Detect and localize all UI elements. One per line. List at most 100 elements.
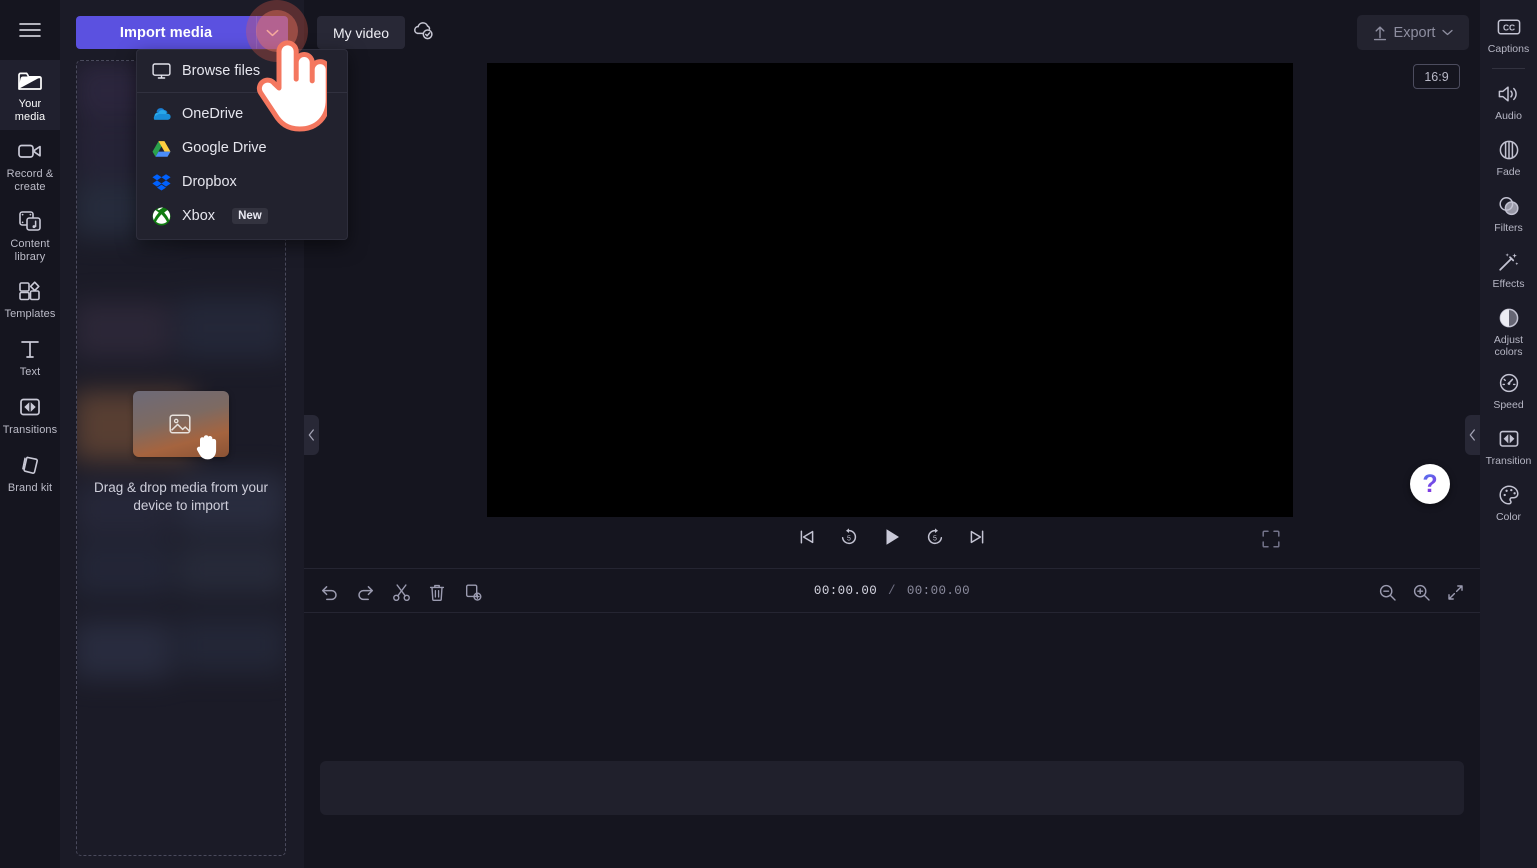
templates-icon [17,278,43,304]
empty-track-placeholder[interactable] [320,761,1464,815]
project-title[interactable]: My video [317,16,406,49]
menu-item-label: Google Drive [182,140,267,156]
collapse-media-panel-button[interactable] [304,415,319,455]
import-media-button[interactable]: Import media [76,16,256,49]
menu-divider [137,92,347,93]
import-media-dropdown-toggle[interactable] [256,16,288,49]
video-preview-canvas[interactable] [487,63,1293,517]
fade-icon [1498,138,1520,162]
sidebar-item-text[interactable]: Text [0,328,60,386]
menu-item-label: Dropbox [182,174,237,190]
panel-item-speed[interactable]: Speed [1480,364,1537,420]
panel-item-label: Captions [1487,43,1530,55]
duplicate-button[interactable] [460,579,486,605]
panel-item-label: Effects [1492,278,1525,290]
timeline-tracks[interactable] [304,613,1480,868]
panel-item-adjust-colors[interactable]: Adjust colors [1480,299,1537,364]
chevron-down-icon [1442,29,1454,36]
sidebar-item-templates[interactable]: Templates [0,270,60,328]
skip-to-end-button[interactable] [967,527,987,547]
speedometer-icon [1498,371,1520,395]
new-badge: New [232,208,268,224]
timeline-toolbar: 00:00.00 / 00:00.00 [304,568,1480,613]
menu-item-google-drive[interactable]: Google Drive [137,131,347,165]
panel-item-effects[interactable]: Effects [1480,243,1537,299]
redo-button[interactable] [352,579,378,605]
panel-item-label: Transition [1485,455,1532,467]
top-bar: My video Export [304,0,1480,64]
panel-item-audio[interactable]: Audio [1480,75,1537,131]
menu-item-browse-files[interactable]: Browse files [137,54,347,88]
aspect-ratio-button[interactable]: 16:9 [1413,64,1460,89]
sidebar-item-content-library[interactable]: Content library [0,200,60,270]
menu-item-onedrive[interactable]: OneDrive [137,97,347,131]
help-button[interactable]: ? [1410,464,1450,504]
fullscreen-button[interactable] [1262,530,1280,553]
chevron-down-icon [266,29,279,36]
panel-item-color[interactable]: Color [1480,476,1537,532]
panel-item-filters[interactable]: Filters [1480,187,1537,243]
skip-to-start-button[interactable] [797,527,817,547]
chevron-left-icon [1469,429,1475,441]
text-icon [18,336,42,362]
media-thumbnail-illustration [133,391,229,460]
export-label: Export [1393,24,1436,41]
zoom-in-button[interactable] [1408,579,1434,605]
forward-5s-button[interactable]: 5 [925,527,945,547]
fit-timeline-button[interactable] [1442,579,1468,605]
split-button[interactable] [388,579,414,605]
xbox-icon [151,206,171,226]
sidebar-item-label: Your media [14,98,46,123]
menu-item-label: Browse files [182,63,261,79]
grab-hand-icon [193,431,221,466]
menu-item-xbox[interactable]: Xbox New [137,199,347,233]
panel-item-fade[interactable]: Fade [1480,131,1537,187]
collapse-properties-panel-button[interactable] [1465,415,1480,455]
google-drive-icon [151,138,171,158]
closed-captions-icon: CC [1497,15,1521,39]
play-button[interactable] [881,526,903,548]
panel-item-label: Adjust colors [1493,334,1524,358]
content-library-icon [17,208,43,234]
sidebar-item-your-media[interactable]: Your media [0,60,60,130]
sidebar-divider [1492,68,1525,69]
onedrive-icon [151,104,171,124]
panel-item-label: Fade [1496,166,1521,178]
sidebar-item-transitions[interactable]: Transitions [0,386,60,444]
import-media-control: Import media [76,16,288,49]
magic-wand-icon [1497,250,1520,274]
timeline-zoom-controls [1374,579,1468,605]
delete-button[interactable] [424,579,450,605]
sidebar-item-label: Text [19,366,41,378]
panel-item-transition[interactable]: Transition [1480,420,1537,476]
transitions-icon [18,394,42,420]
rewind-5s-button[interactable]: 5 [839,527,859,547]
brand-kit-icon [18,452,42,478]
image-placeholder-icon [169,414,191,434]
folder-icon [17,68,43,94]
sidebar-item-label: Brand kit [7,482,53,494]
video-camera-icon [17,138,43,164]
drop-zone-text: Drag & drop media from your device to im… [93,480,269,513]
player-controls: 5 5 [304,520,1480,566]
zoom-out-button[interactable] [1374,579,1400,605]
sidebar-item-brand-kit[interactable]: Brand kit [0,444,60,502]
panel-item-captions[interactable]: CC Captions [1480,8,1537,64]
sidebar-item-label: Content library [10,238,50,263]
left-sidebar: Your media Record & create Content libra… [0,0,60,868]
undo-button[interactable] [316,579,342,605]
cloud-saved-icon [412,20,435,47]
menu-item-dropbox[interactable]: Dropbox [137,165,347,199]
sidebar-item-record-create[interactable]: Record & create [0,130,60,200]
sidebar-item-label: Transitions [2,424,58,436]
menu-item-label: OneDrive [182,106,244,122]
chevron-left-icon [308,429,314,441]
sidebar-item-label: Record & create [6,168,54,193]
svg-text:5: 5 [933,535,937,542]
transport-controls: 5 5 [797,526,987,548]
transition-icon [1498,427,1520,451]
hamburger-icon [19,23,41,37]
export-button[interactable]: Export [1357,15,1469,50]
import-source-menu: Browse files OneDrive Google Drive Dropb… [136,49,348,240]
hamburger-menu-button[interactable] [0,0,60,60]
